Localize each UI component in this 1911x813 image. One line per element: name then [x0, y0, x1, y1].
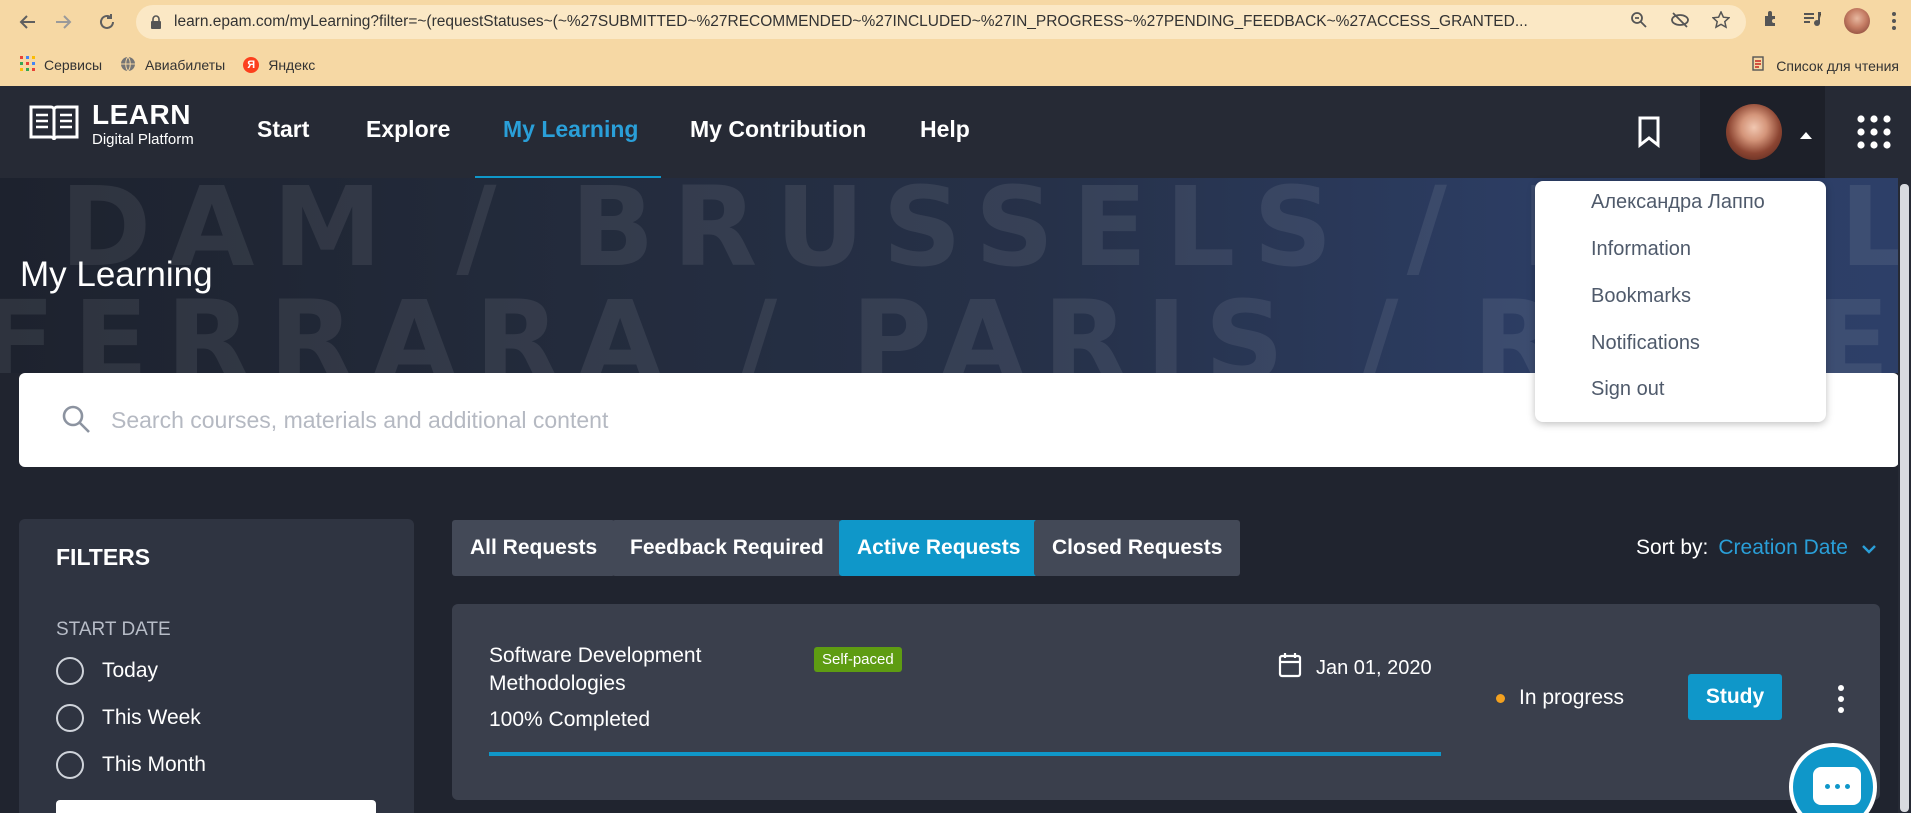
nav-my-contribution[interactable]: My Contribution — [690, 116, 866, 143]
app-header: LEARN Digital Platform Start Explore My … — [0, 86, 1911, 178]
radio-button[interactable] — [56, 751, 84, 779]
filter-label: Today — [102, 659, 159, 682]
arrow-left-icon — [19, 15, 35, 29]
filters-panel: FILTERS START DATE Today This Week This … — [19, 519, 414, 813]
reading-list-label: Список для чтения — [1776, 57, 1899, 74]
more-vertical-icon[interactable] — [1831, 682, 1851, 716]
tab-feedback-required[interactable]: Feedback Required — [612, 520, 842, 576]
course-date: Jan 01, 2020 — [1278, 652, 1432, 684]
status-dot — [1496, 693, 1505, 703]
filters-title: FILTERS — [56, 544, 151, 570]
logo[interactable]: LEARN Digital Platform — [28, 100, 194, 150]
reading-list[interactable]: Список для чтения — [1752, 56, 1899, 75]
nav-help[interactable]: Help — [920, 116, 970, 143]
yandex-icon: Я — [243, 57, 260, 73]
page-title: My Learning — [20, 255, 213, 294]
bookmark-label: Авиабилеты — [145, 57, 226, 73]
menu-item-notifications[interactable]: Notifications — [1591, 332, 1700, 355]
status-text: In progress — [1519, 686, 1625, 709]
course-title[interactable]: Software Development Methodologies — [489, 642, 749, 698]
logo-title: LEARN — [92, 99, 191, 130]
address-bar[interactable]: learn.epam.com/myLearning?filter=~(reque… — [136, 5, 1746, 39]
date-range-input[interactable] — [56, 800, 376, 813]
bookmark-icon[interactable] — [1637, 116, 1661, 153]
chevron-down-icon — [1862, 536, 1876, 560]
media-icon[interactable] — [1802, 10, 1822, 33]
bookmark-yandex[interactable]: Я Яндекс — [243, 57, 315, 73]
scrollbar-thumb[interactable] — [1900, 184, 1909, 812]
nav-explore[interactable]: Explore — [366, 116, 450, 143]
bookmark-flights[interactable]: Авиабилеты — [120, 56, 225, 75]
reload-icon — [100, 14, 114, 29]
user-dropdown-menu: Александра Лаппо Information Bookmarks N… — [1535, 181, 1826, 422]
radio-button[interactable] — [56, 657, 84, 685]
sort-label: Sort by: — [1636, 536, 1709, 559]
scrollbar[interactable] — [1898, 178, 1911, 813]
menu-item-sign-out[interactable]: Sign out — [1591, 378, 1664, 401]
search-input[interactable] — [111, 403, 1011, 437]
extensions-icon[interactable] — [1762, 10, 1780, 33]
forward-button[interactable] — [48, 7, 78, 37]
menu-item-information[interactable]: Information — [1591, 238, 1691, 261]
status-badge: In progress — [1496, 686, 1624, 710]
tab-active-requests[interactable]: Active Requests — [839, 520, 1039, 576]
course-type-badge: Self-paced — [814, 647, 902, 672]
logo-subtitle: Digital Platform — [92, 131, 194, 148]
browser-toolbar: learn.epam.com/myLearning?filter=~(reque… — [0, 0, 1911, 44]
url-text: learn.epam.com/myLearning?filter=~(reque… — [174, 13, 1528, 30]
avatar — [1726, 104, 1782, 160]
nav-my-learning[interactable]: My Learning — [503, 116, 638, 143]
bookmarks-bar: Сервисы Авиабилеты Я Яндекс Список для ч… — [0, 44, 1911, 86]
apps-grid-icon — [20, 56, 35, 74]
sort-control[interactable]: Sort by: Creation Date — [1636, 536, 1876, 560]
bookmark-services[interactable]: Сервисы — [20, 56, 102, 74]
bookmark-label: Сервисы — [44, 57, 103, 73]
filter-label: This Week — [102, 706, 201, 729]
tracking-off-icon[interactable] — [1670, 11, 1690, 34]
course-card: Software Development Methodologies Self-… — [452, 604, 1880, 800]
study-button[interactable]: Study — [1688, 674, 1782, 720]
radio-button[interactable] — [56, 704, 84, 732]
filter-this-month[interactable]: This Month — [56, 751, 206, 779]
apps-grid-icon[interactable] — [1856, 114, 1892, 155]
calendar-icon — [1278, 652, 1302, 684]
tab-all-requests[interactable]: All Requests — [452, 520, 616, 576]
nav-start[interactable]: Start — [257, 116, 309, 143]
reload-button[interactable] — [92, 7, 122, 37]
tab-closed-requests[interactable]: Closed Requests — [1034, 520, 1241, 576]
book-icon — [28, 101, 80, 150]
user-menu-toggle[interactable] — [1700, 86, 1825, 178]
lock-icon — [150, 15, 162, 29]
reading-list-icon — [1752, 56, 1768, 75]
profile-avatar-icon[interactable] — [1844, 8, 1870, 34]
filter-label: This Month — [102, 753, 206, 776]
globe-icon — [120, 56, 136, 75]
chat-icon — [1813, 767, 1861, 805]
back-button[interactable] — [13, 7, 43, 37]
bookmark-label: Яндекс — [268, 57, 316, 73]
filter-this-week[interactable]: This Week — [56, 704, 201, 732]
sort-value[interactable]: Creation Date — [1718, 536, 1848, 560]
star-icon[interactable] — [1711, 9, 1731, 34]
caret-up-icon — [1800, 126, 1812, 144]
date-text: Jan 01, 2020 — [1316, 656, 1432, 679]
progress-text: 100% Completed — [489, 708, 651, 731]
start-date-label: START DATE — [56, 619, 171, 640]
zoom-icon[interactable] — [1630, 11, 1648, 34]
menu-item-bookmarks[interactable]: Bookmarks — [1591, 285, 1691, 308]
filter-today[interactable]: Today — [56, 657, 158, 685]
menu-item-username[interactable]: Александра Лаппо — [1591, 191, 1765, 214]
more-vertical-icon[interactable] — [1892, 12, 1896, 30]
search-icon — [61, 404, 91, 439]
arrow-right-icon — [56, 15, 72, 29]
progress-bar — [489, 752, 1441, 756]
